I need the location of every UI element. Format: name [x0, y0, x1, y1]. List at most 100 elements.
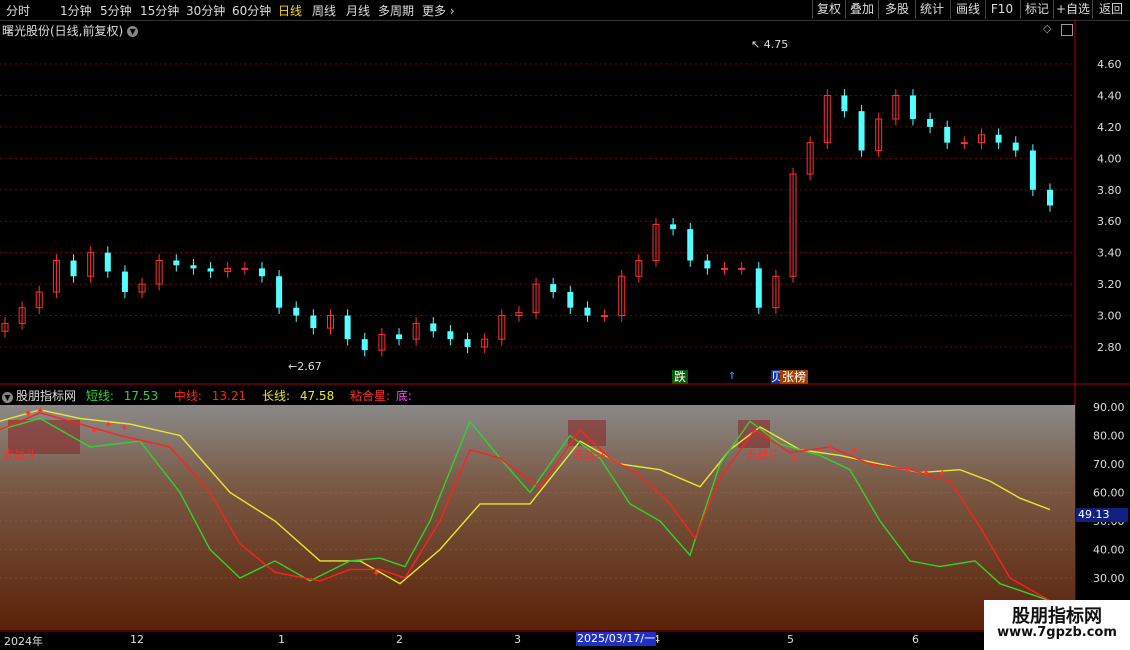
candle-body — [704, 260, 711, 269]
candle-body — [190, 265, 197, 269]
indicator-tick-label: 70.00 — [1093, 458, 1125, 471]
candle-body — [858, 111, 865, 151]
high-price-label: ↖ 4.75 — [751, 38, 789, 51]
long-line-label: 长线: — [261, 389, 291, 403]
cursor-date: 2025/03/17/一 — [576, 632, 657, 646]
candle-body — [584, 307, 591, 316]
x-label-feb: 2 — [396, 633, 403, 646]
signal-bar — [568, 420, 606, 446]
mid-line-legend: 中线: 13.21 — [174, 389, 252, 403]
chart-area[interactable]: 4.60 4.40 4.20 4.00 3.80 3.60 3.40 3.20 3.00 2.80… — [0, 0, 1130, 650]
candle-body — [670, 224, 677, 230]
indicator-background — [0, 405, 1075, 630]
candle-body — [258, 268, 265, 277]
long-line-legend: 长线: 47.58 — [262, 389, 340, 403]
star-marker-icon: ✦ — [90, 426, 98, 437]
candle-body — [550, 284, 557, 292]
indicator-tick-label: 80.00 — [1093, 430, 1125, 443]
candle-body — [310, 315, 317, 329]
star-marker-icon: ✦ — [904, 466, 912, 477]
candle-body — [344, 315, 351, 340]
candle-body — [909, 95, 916, 120]
candle-body — [207, 268, 214, 272]
star-legend: 粘合星: — [350, 389, 391, 403]
star-marker-icon: ✦ — [850, 446, 858, 457]
short-line-legend: 短线: 17.53 — [86, 389, 164, 403]
price-tick-label: 4.00 — [1097, 152, 1122, 165]
bottom-legend: 底: — [395, 389, 412, 403]
price-tick-label: 3.80 — [1097, 184, 1122, 197]
candle-body — [396, 334, 403, 340]
watermark-logo: 股朋指标网 www.7gpzb.com — [984, 600, 1130, 650]
star-marker-icon: ✦ — [120, 423, 128, 434]
short-line-label: 短线: — [85, 389, 114, 403]
star-marker-icon: ✦ — [36, 406, 44, 417]
candle-body — [241, 267, 249, 270]
candle-body — [1029, 150, 1036, 190]
current-value-tag: 49.13 — [1076, 508, 1128, 522]
star-marker-icon: ✦ — [790, 454, 798, 465]
indicator-menu-icon[interactable]: ▼ — [2, 392, 13, 403]
candle-body — [70, 260, 77, 277]
price-tick-label: 3.40 — [1097, 247, 1122, 260]
mid-line-value: 13.21 — [211, 389, 247, 403]
indicator-title: ▼ 股朋指标网 短线: 17.53 中线: 13.21 长线: 47.58 粘合星… — [2, 387, 418, 404]
low-price-label: ←2.67 — [288, 360, 322, 373]
candle-body — [601, 315, 609, 318]
x-label-year: 2024年 — [4, 635, 43, 648]
indicator-tick-label: 60.00 — [1093, 487, 1125, 500]
x-label-jan: 1 — [278, 633, 285, 646]
star-marker-icon: ✦ — [104, 420, 112, 431]
candle-body — [173, 260, 180, 266]
diamond-icon[interactable]: ◇ — [1043, 22, 1051, 35]
candle-body — [738, 267, 746, 270]
short-line-value: 17.53 — [123, 389, 159, 403]
price-tick-label: 4.60 — [1097, 58, 1122, 71]
candle-body — [361, 339, 368, 351]
signal-text-1: 去战斗 — [3, 448, 36, 461]
candle-body — [995, 134, 1002, 143]
price-tick-label: 4.20 — [1097, 121, 1122, 134]
price-tick-label: 4.40 — [1097, 89, 1122, 102]
candle-body — [1047, 189, 1053, 206]
dragon-tiger-marker[interactable]: 张榜 — [780, 370, 809, 384]
long-line-value: 47.58 — [299, 389, 335, 403]
price-tick-label: 3.60 — [1097, 215, 1122, 228]
candle-body — [755, 268, 762, 308]
candle-body — [276, 276, 283, 308]
up-arrow-marker-icon[interactable]: ⇑ — [728, 371, 736, 382]
star-marker-icon: ✦ — [24, 409, 32, 420]
candle-body — [1012, 142, 1019, 151]
candle-body — [567, 291, 574, 308]
price-tick-label: 3.00 — [1097, 310, 1122, 323]
candle-body — [841, 95, 848, 112]
chevron-down-icon[interactable]: ▼ — [127, 26, 139, 37]
stock-title: 曙光股份(日线,前复权) — [2, 24, 124, 38]
drop-marker[interactable]: 跌 — [672, 370, 689, 384]
indicator-name: 股朋指标网 — [16, 389, 77, 403]
panel-scroll-icon[interactable] — [1061, 24, 1073, 36]
candle-body — [293, 307, 300, 316]
x-label-may: 5 — [787, 633, 794, 646]
star-marker-icon: ✦ — [938, 469, 946, 480]
candle-body — [430, 323, 437, 332]
indicator-tick-label: 40.00 — [1093, 544, 1125, 557]
candle-body — [944, 126, 951, 143]
indicator-axis: 90.0080.0070.0060.0050.0040.0030.00 — [1093, 401, 1125, 585]
star-marker-icon: ✦ — [826, 443, 834, 454]
signal-text-2: 去战斗 — [573, 448, 606, 461]
star-marker-icon: ✦ — [922, 469, 930, 480]
candlesticks — [1, 89, 1053, 357]
chart-title: 曙光股份(日线,前复权) ▼ — [2, 22, 139, 39]
price-tick-label: 3.20 — [1097, 278, 1122, 291]
low-price-value: 2.67 — [297, 360, 322, 373]
star-marker-icon: ✦ — [372, 568, 380, 579]
candle-body — [960, 142, 968, 145]
candle-body — [687, 229, 694, 261]
candle-body — [721, 267, 729, 270]
candle-body — [927, 119, 934, 127]
price-tick-label: 2.80 — [1097, 341, 1122, 354]
candle-body — [104, 252, 111, 272]
x-label-jun: 6 — [912, 633, 919, 646]
x-label-dec: 12 — [130, 633, 144, 646]
